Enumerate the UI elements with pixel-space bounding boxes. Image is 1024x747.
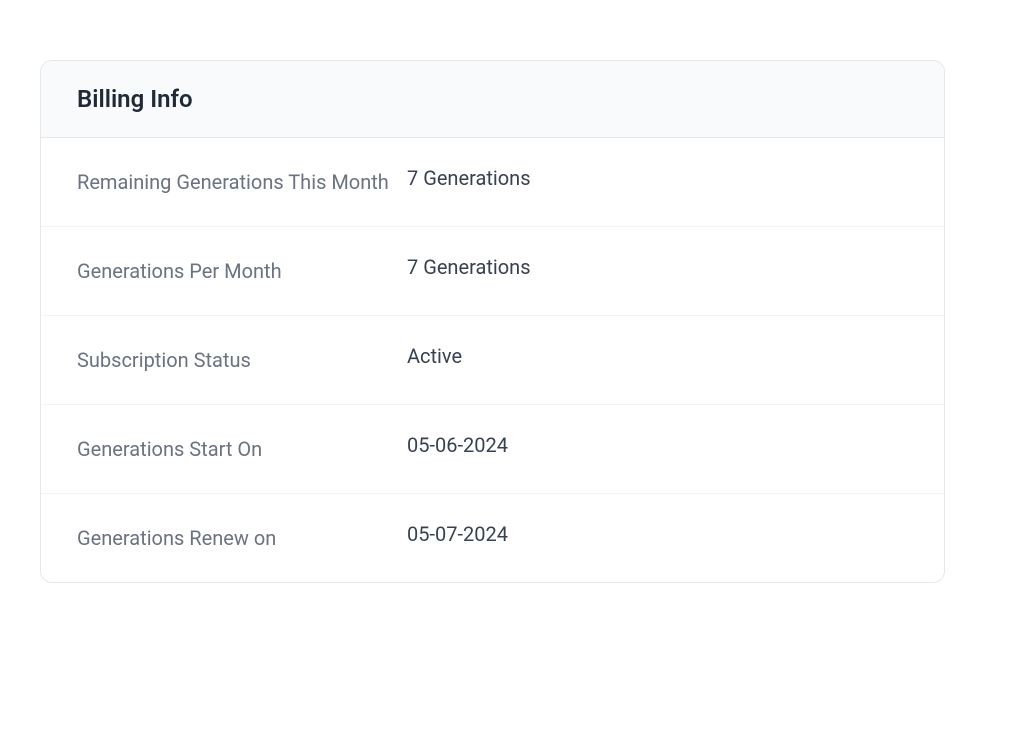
label-generations-per-month: Generations Per Month bbox=[77, 255, 407, 287]
row-generations-per-month: Generations Per Month 7 Generations bbox=[41, 227, 944, 316]
value-generations-start-on: 05-06-2024 bbox=[407, 433, 508, 457]
row-remaining-generations: Remaining Generations This Month 7 Gener… bbox=[41, 138, 944, 227]
row-generations-renew-on: Generations Renew on 05-07-2024 bbox=[41, 494, 944, 582]
label-remaining-generations: Remaining Generations This Month bbox=[77, 166, 407, 198]
value-subscription-status: Active bbox=[407, 344, 462, 368]
billing-info-card: Billing Info Remaining Generations This … bbox=[40, 60, 945, 583]
value-generations-renew-on: 05-07-2024 bbox=[407, 522, 508, 546]
row-generations-start-on: Generations Start On 05-06-2024 bbox=[41, 405, 944, 494]
label-generations-start-on: Generations Start On bbox=[77, 433, 407, 465]
row-subscription-status: Subscription Status Active bbox=[41, 316, 944, 405]
label-subscription-status: Subscription Status bbox=[77, 344, 407, 376]
value-remaining-generations: 7 Generations bbox=[407, 166, 531, 190]
card-title: Billing Info bbox=[77, 85, 908, 113]
label-generations-renew-on: Generations Renew on bbox=[77, 522, 407, 554]
value-generations-per-month: 7 Generations bbox=[407, 255, 531, 279]
card-header: Billing Info bbox=[41, 61, 944, 138]
